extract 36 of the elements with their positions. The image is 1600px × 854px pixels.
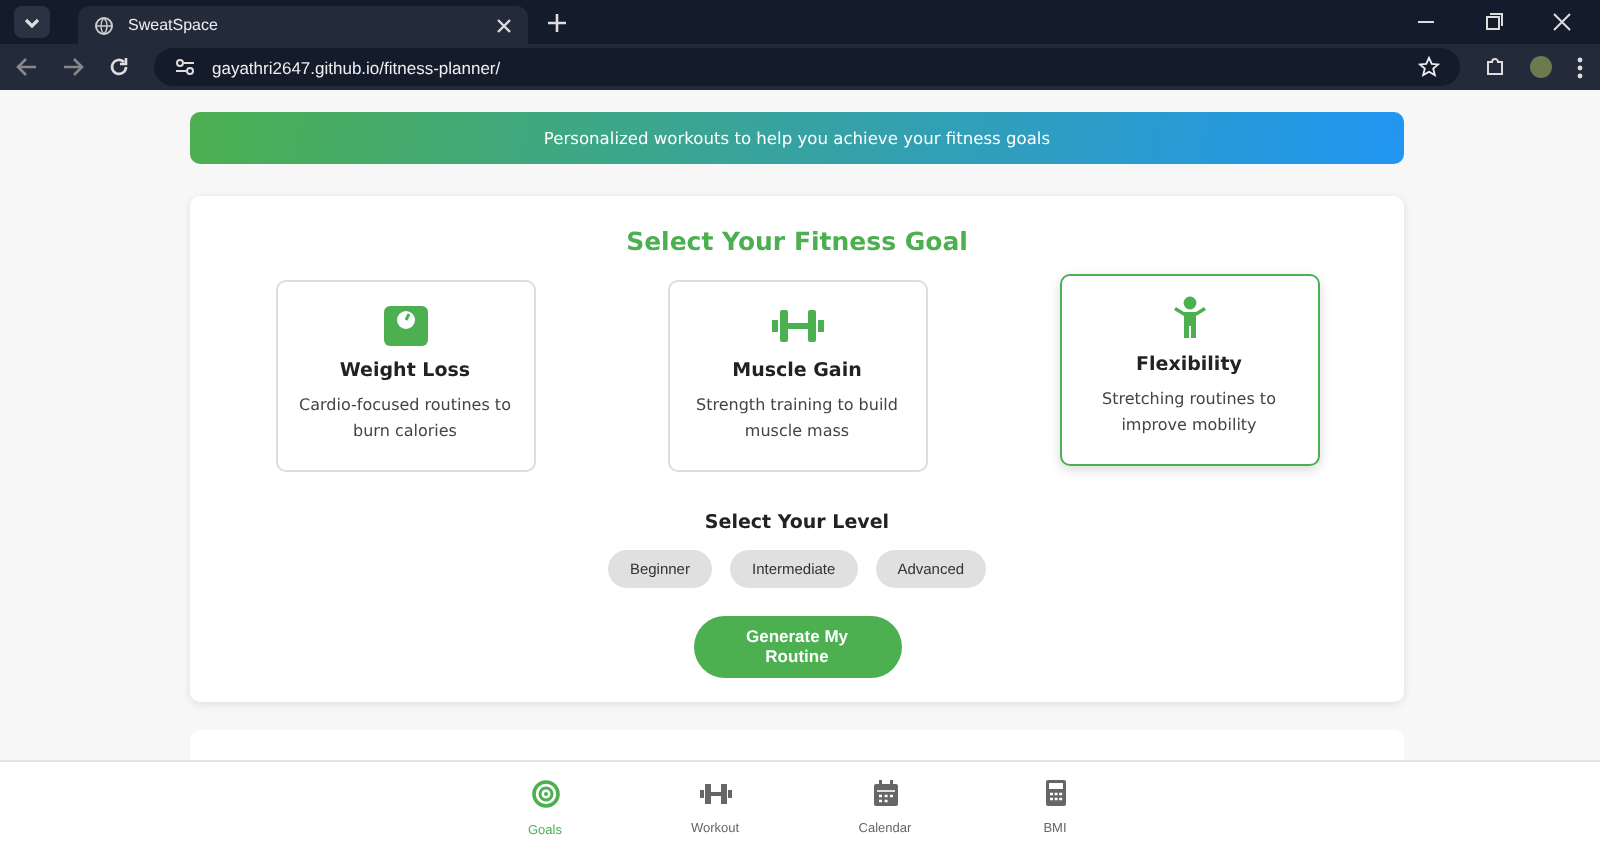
goal-title: Weight Loss: [339, 359, 471, 382]
person-icon: [1171, 295, 1207, 340]
globe-icon: [94, 15, 114, 35]
goal-option[interactable]: Flexibility Stretching routines to improve mobility: [1059, 273, 1319, 466]
goal-description: Stretching routines to improve mobility: [1100, 387, 1278, 438]
reload-icon[interactable]: [108, 56, 130, 78]
goal-option[interactable]: Weight Loss Cardio-focused routines to burn calories: [275, 279, 535, 472]
profile-avatar[interactable]: [1530, 56, 1552, 78]
extensions-icon[interactable]: [1484, 56, 1506, 78]
restore-icon[interactable]: [1484, 12, 1504, 32]
level-title: Select Your Level: [704, 511, 890, 534]
calendar-icon: [873, 780, 897, 806]
back-icon[interactable]: [16, 56, 38, 78]
tab-list-icon[interactable]: [14, 6, 50, 38]
target-icon: [531, 779, 559, 807]
address-field[interactable]: gayathri2647.github.io/fitness-planner/: [154, 48, 1460, 86]
section-title: Select Your Fitness Goal: [626, 225, 968, 256]
goal-option[interactable]: Muscle Gain Strength training to build muscle mass: [667, 279, 927, 472]
forward-icon[interactable]: [62, 56, 84, 78]
close-icon[interactable]: [1552, 12, 1572, 32]
new-tab-icon[interactable]: [548, 14, 566, 32]
goal-title: Flexibility: [1136, 353, 1242, 376]
calculator-icon: [1045, 780, 1065, 806]
goal-title: Muscle Gain: [732, 359, 862, 382]
tab-title: SweatSpace: [128, 16, 220, 34]
dumbbell-icon: [699, 781, 731, 805]
goal-description: Cardio-focused routines to burn calories: [297, 393, 513, 444]
scale-icon: [383, 305, 427, 346]
bookmark-star-icon[interactable]: [1418, 56, 1440, 78]
browser-tab[interactable]: SweatSpace: [78, 6, 528, 44]
site-settings-icon[interactable]: [174, 58, 196, 76]
dumbbell-icon: [771, 305, 823, 346]
close-icon[interactable]: [496, 17, 512, 33]
banner-text: Personalized workouts to help you achieve your fitness goals: [543, 127, 1051, 148]
menu-icon[interactable]: [1576, 55, 1584, 79]
goal-description: Strength training to build muscle mass: [694, 393, 900, 444]
